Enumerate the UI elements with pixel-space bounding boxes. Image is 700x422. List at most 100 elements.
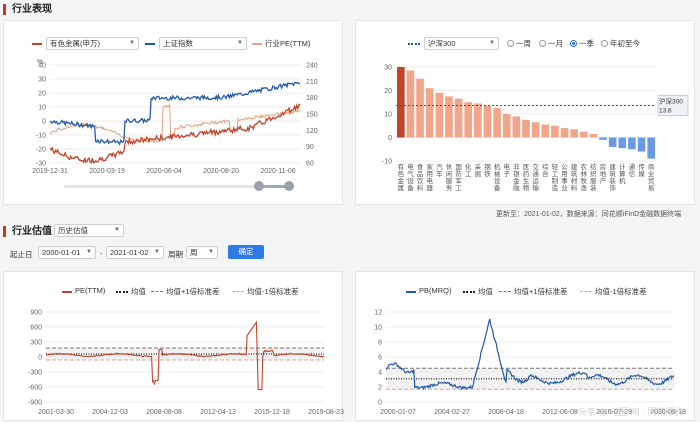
industry-valuation-title: 行业估值 — [3, 226, 52, 237]
pe-line-chart: 900 600 300 0 -300 -600 -900 2001-03-30 2004-12-… — [28, 310, 344, 417]
category-label-char: 材 — [571, 176, 578, 185]
end-date-select[interactable]: 2021-01-02 ▼ — [106, 246, 164, 259]
right-tick-label: 60 — [306, 161, 314, 168]
x-tick-label: 2020-08-20 — [203, 168, 239, 175]
ranking-chart-panel: 沪深300 ▼ 一周 一月 一季 年初至今 30 20 10 0 -10 有色金属电气设备食… — [355, 20, 695, 205]
bar-13 — [522, 119, 530, 138]
category-label-char: 通 — [532, 169, 539, 178]
start-date-select[interactable]: 2000-01-01 ▼ — [38, 246, 96, 259]
category-label-char: 媒 — [638, 169, 645, 178]
category-label-char: 房 — [600, 162, 607, 171]
right-tick-label: 180 — [306, 95, 318, 102]
chevron-down-icon: ▼ — [208, 249, 214, 255]
category-label-char: 产 — [600, 176, 607, 185]
range-slider-handle-right[interactable] — [284, 181, 294, 191]
x-tick-label: 2015-12-18 — [254, 409, 290, 416]
chevron-down-icon: ▼ — [86, 249, 92, 255]
category-label-char: 备 — [407, 183, 414, 192]
category-label-char: 气 — [407, 169, 414, 178]
range-slider-handle-left[interactable] — [254, 181, 264, 191]
watermark: 头条 @ 地图 网 · 同花顺行 — [578, 407, 684, 417]
category-label-char: 银 — [513, 169, 520, 178]
confirm-button[interactable]: 确定 — [228, 245, 264, 259]
x-tick-label: 2004-12-03 — [92, 409, 128, 416]
x-tick-label: 2020-06-04 — [146, 168, 182, 175]
category-label-char: 农 — [581, 162, 588, 171]
bar-16 — [551, 125, 559, 138]
category-label-char: 计 — [619, 162, 626, 171]
category-label-char: 融 — [513, 183, 520, 192]
category-label-char: 电 — [503, 162, 510, 171]
bar-17 — [560, 128, 569, 138]
category-label-char: 金 — [513, 176, 520, 185]
bar-3 — [425, 88, 434, 138]
bar-22 — [608, 137, 617, 147]
category-label-char: 钢 — [484, 163, 491, 171]
category-label-char: 用 — [561, 170, 568, 178]
bar-25 — [637, 137, 646, 152]
category-label-char: 工 — [552, 171, 559, 178]
left-tick-label: 20 — [38, 91, 46, 98]
y-tick-label: 30 — [384, 65, 392, 72]
category-label-char: 织 — [590, 169, 597, 178]
right-tick-label: 240 — [306, 63, 318, 70]
x-tick-label: 2001-03-30 — [38, 409, 74, 416]
y-tick-label: 12 — [374, 310, 382, 317]
category-label-char: 备 — [494, 183, 501, 192]
category-label-char: 综 — [542, 162, 549, 171]
y-tick-label: 20 — [384, 88, 392, 95]
bar-19 — [579, 131, 588, 138]
left-tick-label: 40 — [38, 63, 46, 70]
category-label-char: 通 — [629, 162, 636, 171]
y-tick-label: 900 — [30, 310, 42, 317]
bar-23 — [618, 137, 627, 149]
category-label-char: 机 — [619, 176, 626, 185]
category-label-char: 轻 — [552, 162, 559, 171]
bar-15 — [541, 124, 550, 138]
category-label-char: 料 — [571, 183, 578, 192]
category-label-char: 防 — [455, 169, 462, 178]
y-tick-label: 6 — [378, 355, 382, 362]
category-label-char: 造 — [552, 183, 559, 192]
category-label-char: 品 — [417, 170, 424, 178]
category-label-char: 子 — [503, 170, 510, 178]
category-label-char: 输 — [532, 183, 539, 192]
category-label-char: 建 — [571, 162, 578, 171]
period-select[interactable]: 周 ▼ — [186, 246, 218, 259]
category-label-char: 车 — [436, 169, 443, 178]
valuation-type-dropdown[interactable]: 历史估值 ▼ — [54, 224, 124, 237]
y-tick-label: 600 — [30, 325, 42, 332]
category-label-char: 器 — [426, 184, 433, 192]
category-label-char: 林 — [581, 169, 588, 178]
category-label-char: 传 — [638, 162, 645, 171]
category-label-char: 汽 — [436, 162, 443, 171]
category-label-char: 料 — [417, 183, 424, 192]
left-tick-label: -20 — [36, 147, 46, 154]
x-tick-label: 2019-08-23 — [308, 409, 344, 416]
category-label-char: 械 — [494, 169, 501, 178]
industry-series-line — [49, 103, 301, 164]
category-label-char: 机 — [494, 162, 501, 171]
left-tick-label: -30 — [36, 161, 46, 168]
y-tick-label: 0 — [38, 355, 42, 362]
left-tick-label: 0 — [42, 119, 46, 126]
category-label-char: 运 — [532, 177, 539, 185]
y-tick-label: 0 — [388, 135, 392, 142]
bar-11 — [502, 114, 511, 138]
category-label-char: 贸 — [648, 176, 655, 185]
performance-chart-panel: 有色金属(申万) ▼ 上证指数 ▼ 行业PE(TTM) % 40 30 20 10 0 -10… — [3, 20, 343, 205]
x-tick-label: 2000-01-07 — [380, 409, 416, 416]
y-tick-label: -300 — [28, 370, 42, 377]
right-tick-label: 150 — [306, 112, 318, 119]
bar-1 — [406, 70, 415, 138]
bar-8 — [474, 103, 482, 138]
category-label-char: 饮 — [417, 176, 424, 185]
category-label-char: 筑 — [571, 169, 578, 178]
category-label-char: 信 — [629, 169, 636, 178]
x-tick-label: 2020-03-19 — [89, 168, 125, 175]
category-label-char: 装 — [609, 176, 616, 185]
category-label-char: 用 — [426, 170, 433, 178]
bar-24 — [628, 137, 636, 150]
category-label-char: 事 — [561, 176, 568, 185]
chevron-down-icon: ▼ — [154, 249, 160, 255]
